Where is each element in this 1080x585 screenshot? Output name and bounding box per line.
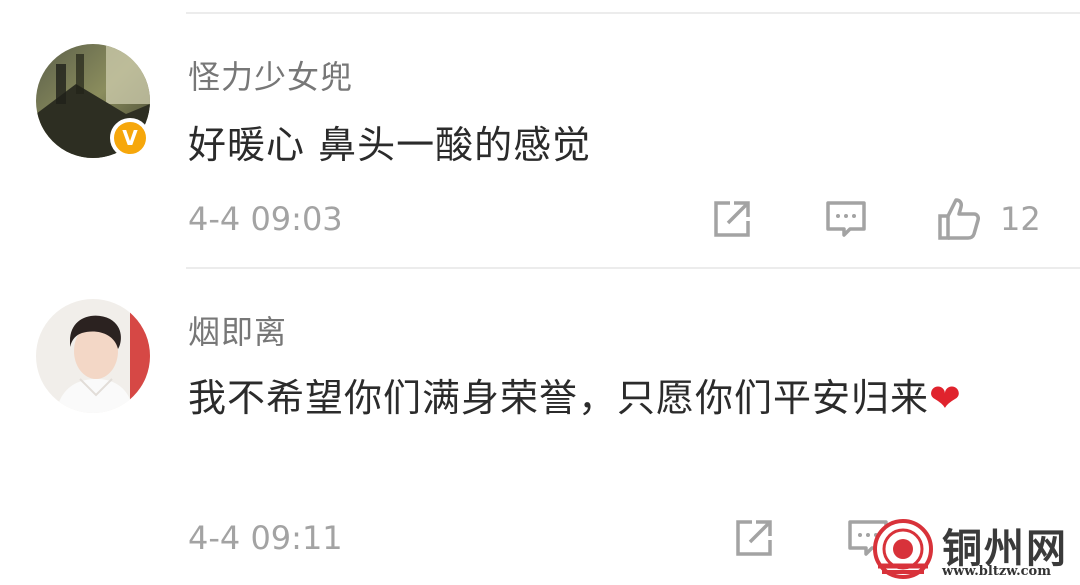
verified-badge-icon: V (110, 118, 150, 158)
share-button[interactable] (732, 515, 776, 561)
watermark: 铜州网 www.bltzw.com (872, 516, 1077, 582)
share-icon (714, 201, 750, 237)
comment-item: V 怪力少女兜 好暖心 鼻头一酸的感觉 4-4 09:03 12 (0, 14, 1080, 267)
username[interactable]: 烟即离 (188, 307, 287, 353)
share-icon (736, 520, 772, 556)
reply-icon (826, 201, 866, 237)
comment-text-content: 我不希望你们满身荣誉，只愿你们平安归来 (188, 376, 930, 420)
watermark-url: www.bltzw.com (942, 564, 1051, 579)
comment-list: V 怪力少女兜 好暖心 鼻头一酸的感觉 4-4 09:03 12 烟即离 我不希… (0, 0, 1080, 585)
watermark-seal-icon (873, 519, 933, 579)
like-button[interactable]: 12 (936, 196, 1041, 242)
comment-text: 好暖心 鼻头一酸的感觉 (188, 123, 592, 167)
avatar-image (36, 299, 150, 413)
reply-button[interactable] (824, 196, 868, 242)
comment-text: 我不希望你们满身荣誉，只愿你们平安归来❤ (188, 367, 1028, 429)
like-count: 12 (1000, 200, 1041, 238)
share-button[interactable] (710, 196, 754, 242)
avatar[interactable] (36, 299, 150, 413)
like-icon (938, 198, 980, 240)
timestamp: 4-4 09:11 (188, 519, 343, 557)
username[interactable]: 怪力少女兜 (188, 52, 353, 98)
heart-emoji: ❤ (929, 376, 962, 420)
timestamp: 4-4 09:03 (188, 200, 343, 238)
